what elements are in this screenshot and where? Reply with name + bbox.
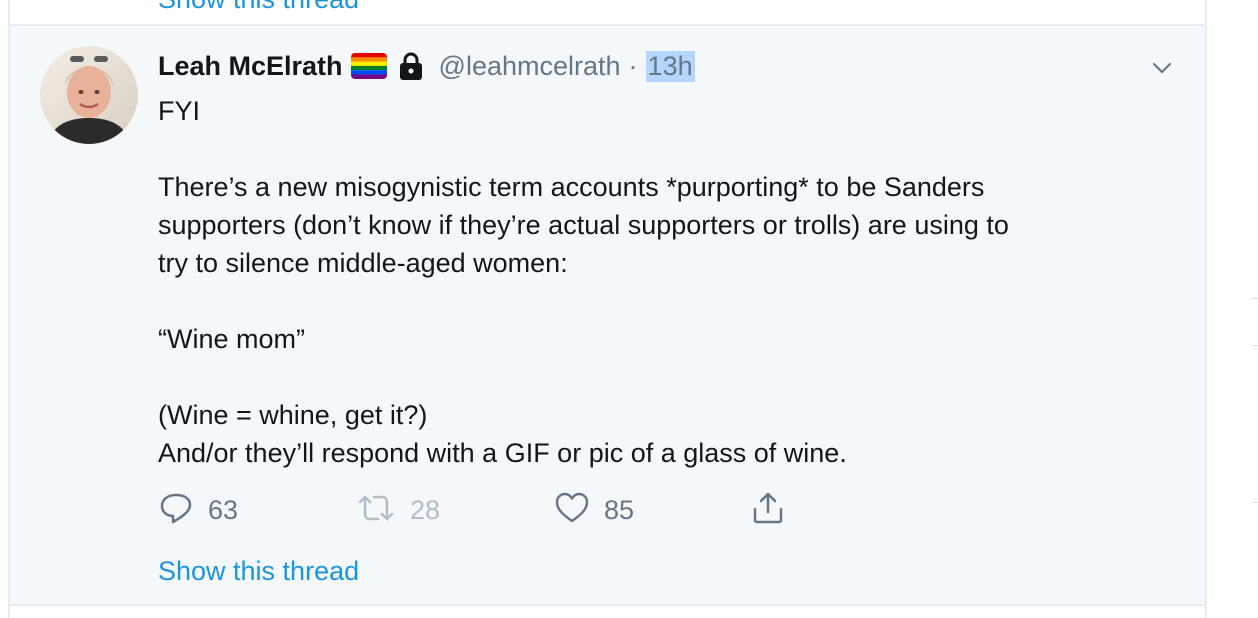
tweet-line: FYI <box>158 96 201 126</box>
tweet-line <box>158 358 1168 396</box>
heart-icon <box>554 490 590 531</box>
tweet-line: supporters (don’t know if they’re actual… <box>158 210 1009 240</box>
header-separator: · <box>628 50 638 81</box>
right-gutter <box>1207 0 1258 618</box>
tweet-line: (Wine = whine, get it?) <box>158 400 428 430</box>
retweet-button[interactable]: 28 <box>356 488 440 532</box>
chevron-down-icon[interactable] <box>1148 54 1176 82</box>
tweet-line: And/or they’ll respond with a GIF or pic… <box>158 438 847 468</box>
gutter-divider <box>1252 345 1258 346</box>
share-icon <box>750 490 786 531</box>
tweet-line: “Wine mom” <box>158 324 305 354</box>
retweet-icon <box>356 490 396 531</box>
gutter-divider <box>1252 298 1258 299</box>
reply-button[interactable]: 63 <box>158 488 238 532</box>
tweet-line <box>158 130 1168 168</box>
lock-icon <box>395 50 427 82</box>
like-count: 85 <box>604 494 635 525</box>
author-handle[interactable]: @leahmcelrath <box>439 51 621 82</box>
tweet-actions: 63 28 85 <box>158 488 858 532</box>
share-button[interactable] <box>750 488 786 532</box>
like-button[interactable]: 85 <box>554 488 634 532</box>
previous-show-thread-link[interactable]: Show this thread <box>158 0 359 15</box>
tweet-text: FYI There’s a new misogynistic term acco… <box>158 92 1168 472</box>
tweet-line <box>158 282 1168 320</box>
show-thread-link[interactable]: Show this thread <box>158 556 359 587</box>
previous-tweet: Show this thread <box>10 0 1205 24</box>
reply-icon <box>158 490 194 531</box>
author-name[interactable]: Leah McElrath <box>158 51 343 82</box>
tweet-timestamp[interactable]: 13h <box>645 50 695 82</box>
rainbow-flag-icon <box>350 53 387 79</box>
tweet-divider <box>10 604 1205 606</box>
tweet-header: Leah McElrath @leahmcelrath · 13h <box>158 48 695 84</box>
tweet[interactable]: Leah McElrath @leahmcelrath · 13h FYI Th… <box>10 26 1205 604</box>
retweet-count: 28 <box>410 494 441 525</box>
reply-count: 63 <box>208 494 239 525</box>
tweet-line: try to silence middle-aged women: <box>158 248 568 278</box>
gutter-divider <box>1252 502 1258 503</box>
avatar[interactable] <box>40 46 138 144</box>
tweet-line: There’s a new misogynistic term accounts… <box>158 172 985 202</box>
